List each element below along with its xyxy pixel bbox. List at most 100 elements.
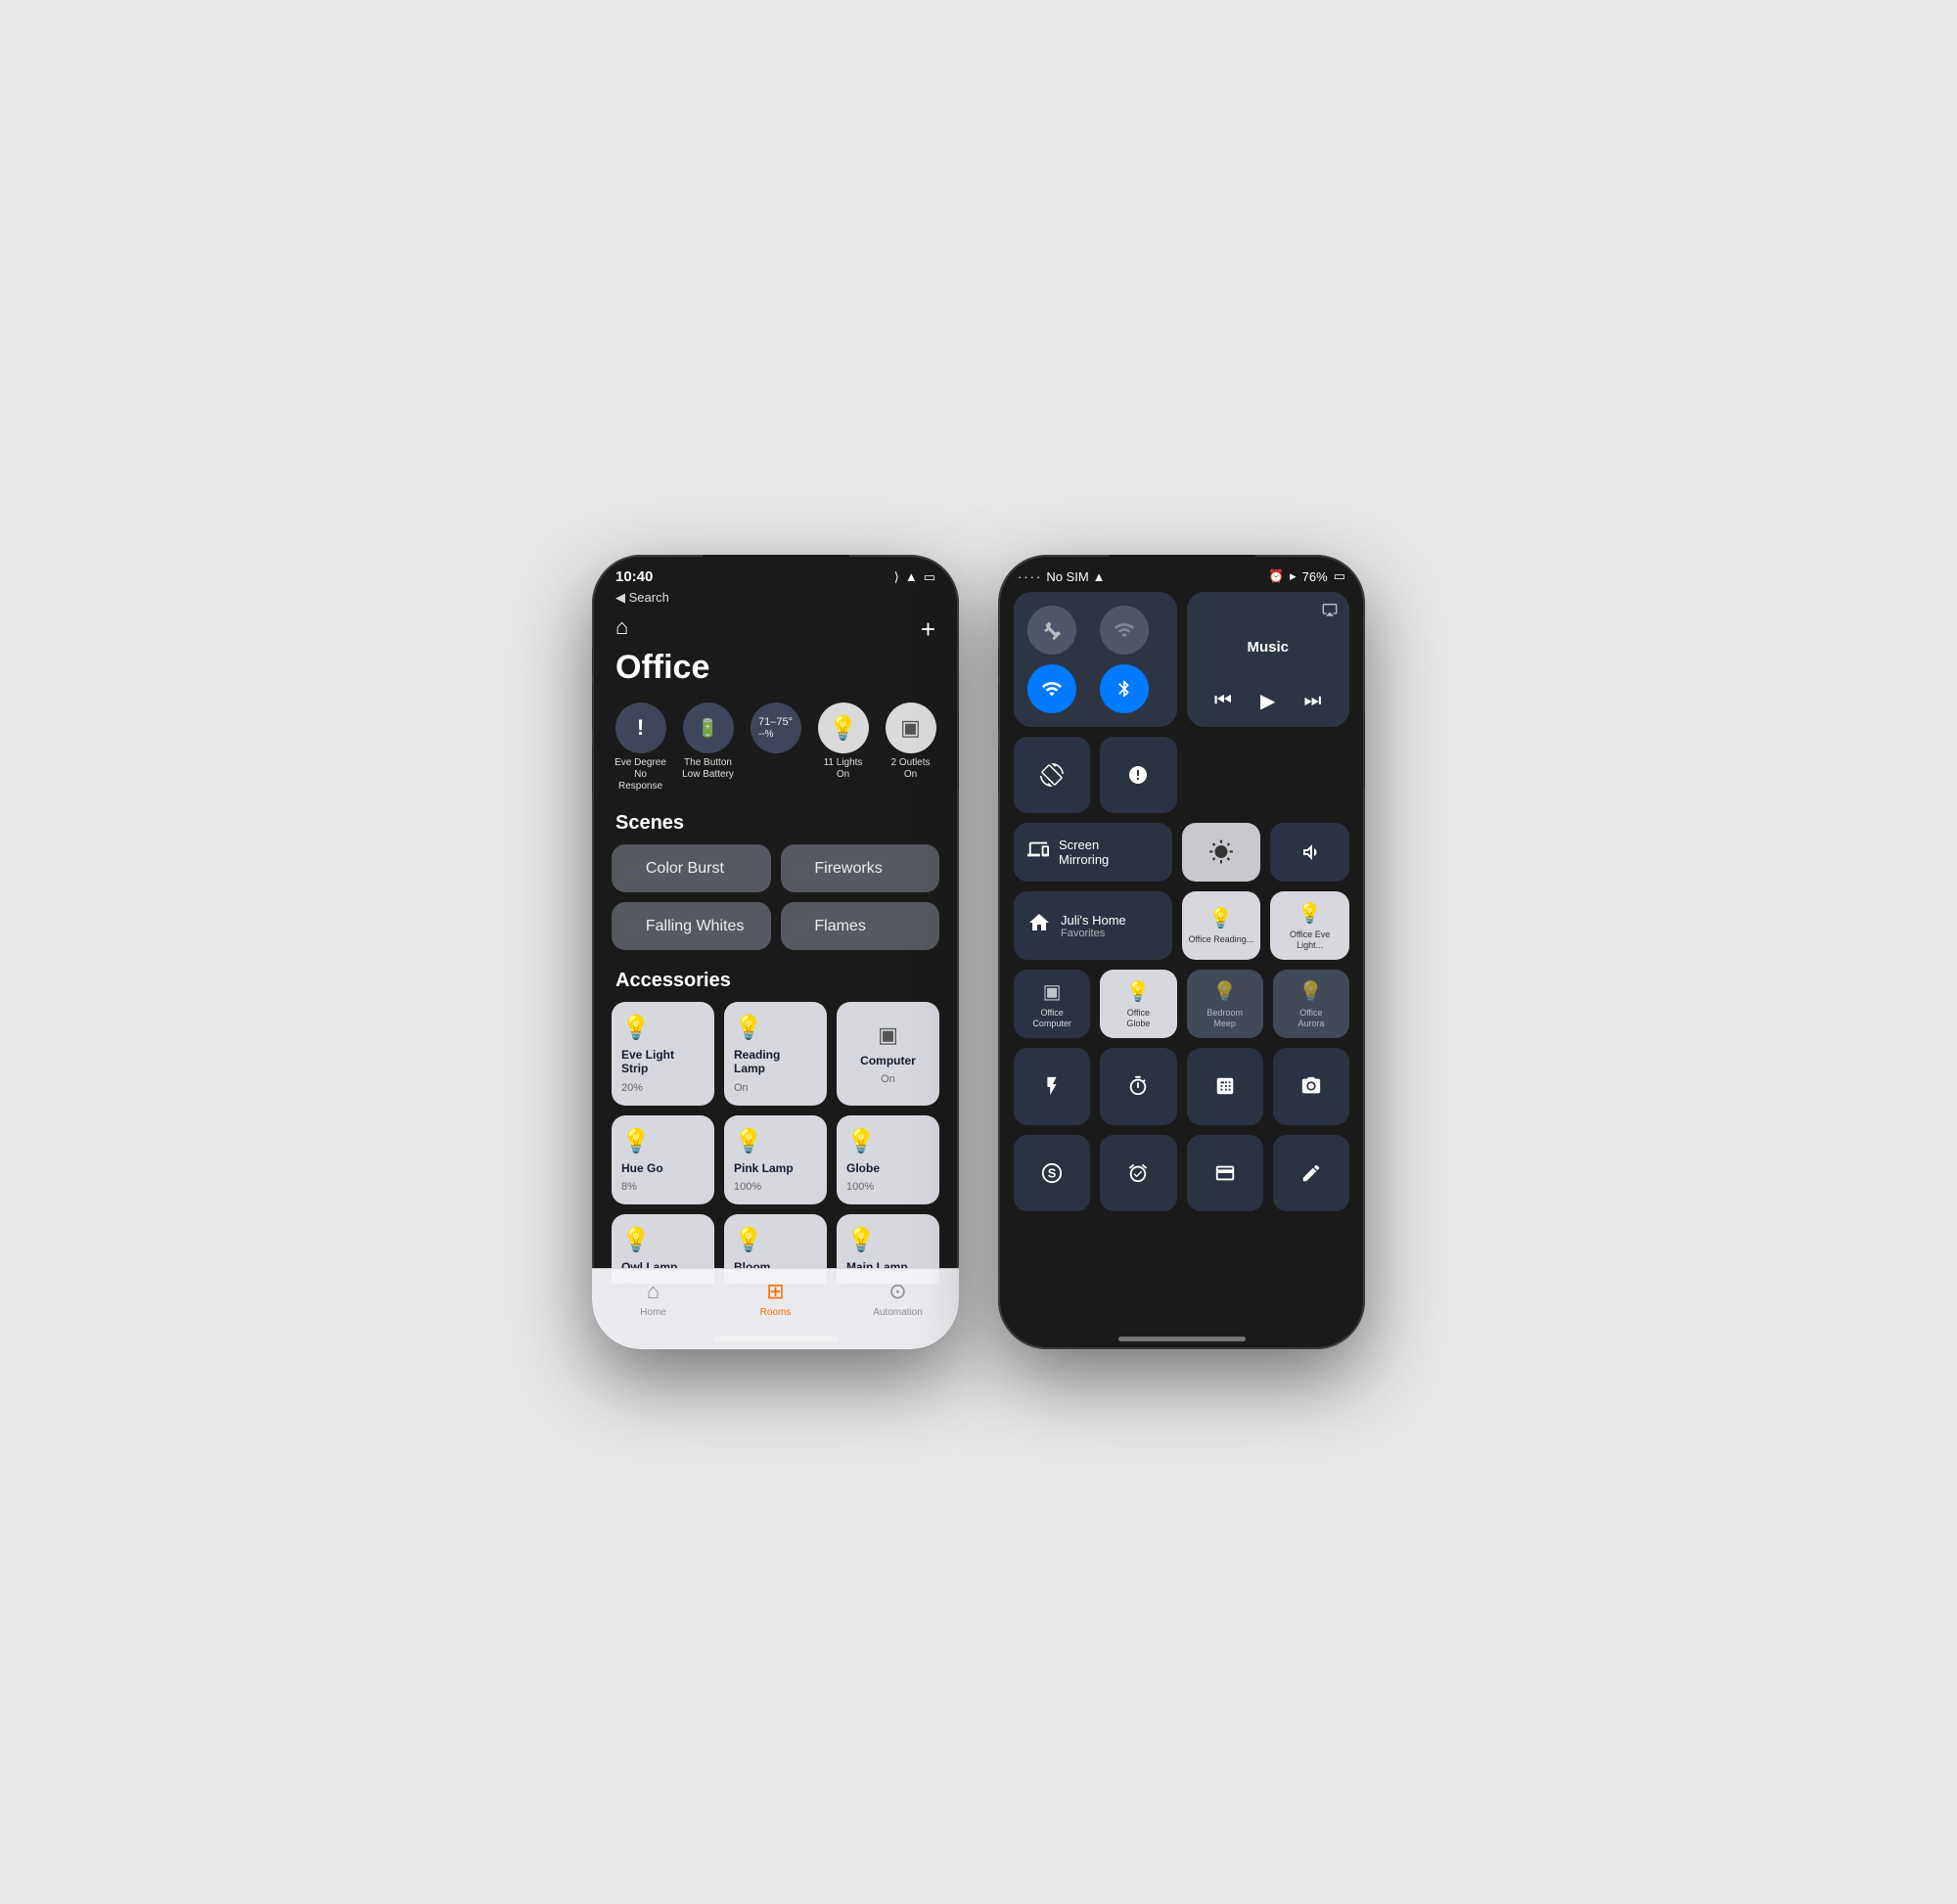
home-icon-button[interactable]: ⌂ (615, 614, 628, 640)
status-tile-temp[interactable]: 71–75°--% (747, 703, 804, 793)
music-play-button[interactable]: ▶ (1260, 689, 1275, 713)
scene-color-burst[interactable]: ⌂ Color Burst (612, 844, 771, 892)
office-eve-light-button[interactable]: 💡 Office Eve Light... (1270, 891, 1349, 960)
flashlight-button[interactable] (1014, 1048, 1090, 1124)
music-title: Music (1201, 606, 1337, 689)
camera-button[interactable] (1273, 1048, 1349, 1124)
tab-home[interactable]: ⌂ Home (592, 1279, 714, 1318)
scene-label: Falling Whites (646, 918, 744, 935)
office-computer-button[interactable]: ▣ OfficeComputer (1014, 970, 1090, 1038)
scene-flames[interactable]: ⌂ Flames (781, 902, 940, 950)
music-prev-button[interactable]: ⏮ (1214, 690, 1232, 712)
bulb-icon: 💡 (1297, 901, 1322, 926)
svg-text:S: S (1048, 1165, 1057, 1180)
alarm-button[interactable] (1100, 1135, 1176, 1211)
location-icon: ▸ (1290, 568, 1297, 584)
outlets-icon: ▣ (886, 703, 936, 753)
acc-name: Computer (860, 1054, 916, 1067)
tab-automation[interactable]: ⊙ Automation (837, 1279, 959, 1318)
add-button[interactable]: + (921, 614, 935, 645)
status-tile-lights[interactable]: 💡 11 LightsOn (814, 703, 872, 793)
wifi-button[interactable] (1027, 664, 1076, 713)
acc-eve-light-strip[interactable]: 💡 Eve LightStrip 20% (612, 1002, 714, 1106)
timer-button[interactable] (1100, 1048, 1176, 1124)
cc-top-row: Music ⏮ ▶ ⏭ (1014, 592, 1349, 727)
screen-mirroring-button[interactable]: ScreenMirroring (1014, 823, 1172, 882)
screen-rotation-button[interactable] (1014, 737, 1090, 813)
airplay-icon[interactable] (1322, 602, 1338, 622)
office-aurora-button[interactable]: 💡 OfficeAurora (1273, 970, 1349, 1038)
mirror-icon (1027, 839, 1049, 866)
shazam-button[interactable]: S (1014, 1135, 1090, 1211)
scene-home-icon: ⌂ (625, 916, 636, 936)
home-fav-subtitle: Favorites (1061, 928, 1126, 939)
acc-computer[interactable]: ▣ Computer On (837, 1002, 939, 1106)
music-next-button[interactable]: ⏭ (1303, 690, 1321, 712)
location-icon: ⟩ (894, 569, 899, 585)
home-indicator (712, 1337, 840, 1341)
battery-icon: ▭ (1334, 568, 1345, 584)
home-indicator (1118, 1337, 1246, 1341)
scene-fireworks[interactable]: ⌂ Fireworks (781, 844, 940, 892)
notes-button[interactable] (1273, 1135, 1349, 1211)
tab-rooms[interactable]: ⊞ Rooms (714, 1279, 837, 1318)
calculator-button[interactable] (1187, 1048, 1263, 1124)
light-label: OfficeAurora (1297, 1008, 1324, 1029)
acc-pink-lamp[interactable]: 💡 Pink Lamp 100% (724, 1115, 827, 1204)
home-favorites-button[interactable]: Juli's Home Favorites (1014, 891, 1172, 960)
bulb-icon: 💡 (1212, 979, 1237, 1004)
acc-status: 100% (734, 1181, 817, 1193)
home-header: ⌂ + (608, 607, 943, 649)
music-block: Music ⏮ ▶ ⏭ (1187, 592, 1350, 727)
accessories-title: Accessories (608, 966, 943, 1002)
home-fav-icon (1027, 911, 1051, 940)
light-label: OfficeGlobe (1126, 1008, 1150, 1029)
volume-button[interactable] (1270, 823, 1349, 882)
home-tab-label: Home (640, 1307, 666, 1318)
bulb-icon: 💡 (621, 1127, 705, 1156)
wifi-icon: ▲ (905, 569, 918, 584)
rooms-tab-label: Rooms (760, 1307, 792, 1318)
status-tile-button[interactable]: 🔋 The ButtonLow Battery (679, 703, 737, 793)
office-reading-button[interactable]: 💡 Office Reading... (1182, 891, 1261, 960)
lights-icon: 💡 (818, 703, 869, 753)
automation-tab-icon: ⊙ (888, 1279, 906, 1304)
notch (703, 555, 849, 584)
status-right: ⏰ ▸ 76% ▭ (1268, 568, 1345, 584)
acc-reading-lamp[interactable]: 💡 ReadingLamp On (724, 1002, 827, 1106)
airplane-mode-button[interactable] (1027, 606, 1076, 655)
home-fav-text: Juli's Home Favorites (1061, 913, 1126, 939)
cellular-button[interactable] (1100, 606, 1149, 655)
scene-home-icon: ⌂ (795, 916, 805, 936)
do-not-disturb-button[interactable] (1100, 737, 1176, 813)
accessories-grid: 💡 Eve LightStrip 20% 💡 ReadingLamp On ▣ … (608, 1002, 943, 1284)
wallet-button[interactable] (1187, 1135, 1263, 1211)
left-phone: 10:40 ⟩ ▲ ▭ ◀ Search ⌂ + Office ! Eve De… (592, 555, 959, 1349)
home-content: ⌂ + Office ! Eve DegreeNo Response 🔋 The… (592, 607, 959, 1284)
outlet-icon: ▣ (1043, 979, 1062, 1004)
bedroom-meep-button[interactable]: 💡 BedroomMeep (1187, 970, 1263, 1038)
cc-mid-row: ScreenMirroring (1014, 823, 1349, 882)
automation-tab-label: Automation (873, 1307, 923, 1318)
status-icons: ⟩ ▲ ▭ (894, 569, 935, 585)
status-tile-eve-degree[interactable]: ! Eve DegreeNo Response (612, 703, 669, 793)
right-phone: ···· No SIM ▲ ⏰ ▸ 76% ▭ (998, 555, 1365, 1349)
acc-globe[interactable]: 💡 Globe 100% (837, 1115, 939, 1204)
acc-hue-go[interactable]: 💡 Hue Go 8% (612, 1115, 714, 1204)
office-globe-button[interactable]: 💡 OfficeGlobe (1100, 970, 1176, 1038)
temp-label (774, 757, 777, 769)
music-controls: ⏮ ▶ ⏭ (1201, 689, 1337, 713)
scene-falling-whites[interactable]: ⌂ Falling Whites (612, 902, 771, 950)
acc-status: On (734, 1082, 817, 1094)
search-bar[interactable]: ◀ Search (592, 585, 959, 607)
battery-percent: 76% (1302, 569, 1328, 584)
status-tile-outlets[interactable]: ▣ 2 OutletsOn (882, 703, 939, 793)
scenes-grid: ⌂ Color Burst ⌂ Fireworks ⌂ Falling Whit… (608, 844, 943, 966)
bulb-icon: 💡 (734, 1014, 817, 1042)
bluetooth-button[interactable] (1100, 664, 1149, 713)
scene-label: Fireworks (814, 860, 882, 878)
brightness-button[interactable] (1182, 823, 1261, 882)
screen-mirroring-label: ScreenMirroring (1059, 838, 1109, 867)
scene-home-icon: ⌂ (795, 858, 805, 879)
home-fav-title: Juli's Home (1061, 913, 1126, 928)
